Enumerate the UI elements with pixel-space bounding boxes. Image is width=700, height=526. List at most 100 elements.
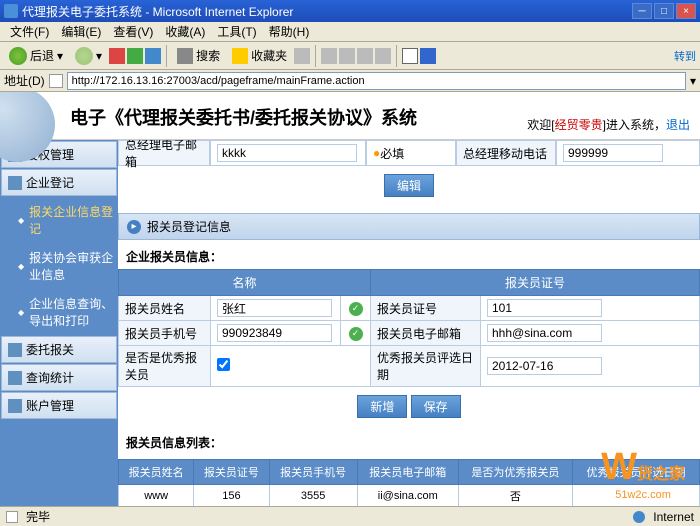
username: 经贸零贵 — [555, 118, 603, 132]
discuss-icon[interactable] — [375, 48, 391, 64]
edit-button[interactable]: 编辑 — [384, 174, 434, 197]
date-input[interactable] — [487, 357, 602, 375]
ext-icon-1[interactable] — [402, 48, 418, 64]
logout-link[interactable]: 退出 — [666, 118, 690, 132]
main-layout: 授权管理 企业登记 报关企业信息登记 报关协会审获企业信息 企业信息查询、导出和… — [0, 140, 700, 526]
address-input[interactable] — [67, 72, 686, 90]
print-icon[interactable] — [339, 48, 355, 64]
add-button[interactable]: 新增 — [357, 395, 407, 418]
forward-button[interactable]: ▾ — [70, 44, 107, 68]
sidebar-group-entrust[interactable]: 委托报关 — [1, 336, 117, 363]
doc-icon — [8, 399, 22, 413]
search-button[interactable]: 搜索 — [172, 44, 225, 67]
check-icon: ✓ — [349, 302, 363, 316]
zone-text: Internet — [653, 510, 694, 524]
go-button[interactable]: 转到 — [674, 48, 696, 64]
back-button[interactable]: 后退▾ — [4, 44, 68, 68]
history-icon[interactable] — [294, 48, 310, 64]
edit-icon[interactable] — [357, 48, 373, 64]
home-icon[interactable] — [145, 48, 161, 64]
separator — [315, 45, 316, 67]
col-name: 名称 — [119, 270, 371, 296]
edit-button-row: 编辑 — [118, 166, 700, 205]
menu-favorites[interactable]: 收藏(A) — [159, 21, 211, 42]
stop-icon[interactable] — [109, 48, 125, 64]
sidebar-group-stats[interactable]: 查询统计 — [1, 364, 117, 391]
menu-view[interactable]: 查看(V) — [107, 21, 159, 42]
menu-edit[interactable]: 编辑(E) — [55, 21, 107, 42]
check-icon: ✓ — [349, 327, 363, 341]
toolbar: 后退▾ ▾ 搜索 收藏夹 — [0, 42, 700, 70]
zone-icon — [633, 511, 645, 523]
doc-icon — [8, 176, 22, 190]
welcome-text: 欢迎[经贸零贵]进入系统，退出 — [527, 116, 690, 133]
star-icon — [232, 48, 248, 64]
done-icon — [6, 511, 18, 523]
declarer-email-label: 报关员电子邮箱 — [371, 321, 481, 346]
email-label: 总经理电子邮箱 — [118, 140, 210, 166]
maximize-button[interactable]: □ — [654, 3, 674, 19]
window-buttons: ─ □ × — [632, 3, 696, 19]
form-row-manager: 总经理电子邮箱 ● 必填 总经理移动电话 — [118, 140, 700, 166]
address-label: 地址(D) — [4, 72, 45, 89]
section-header-declarer: ▸ 报关员登记信息 — [118, 213, 700, 240]
phone-label: 报关员手机号 — [119, 321, 211, 346]
mail-icon[interactable] — [321, 48, 337, 64]
sidebar: 授权管理 企业登记 报关企业信息登记 报关协会审获企业信息 企业信息查询、导出和… — [0, 140, 118, 526]
page-header: 电子《代理报关委托书/委托报关协议》系统 欢迎[经贸零贵]进入系统，退出 — [0, 92, 700, 140]
name-input[interactable] — [217, 299, 332, 317]
mobile-label: 总经理移动电话 — [456, 140, 556, 166]
window-title: 代理报关电子委托系统 - Microsoft Internet Explorer — [22, 3, 632, 20]
refresh-icon[interactable] — [127, 48, 143, 64]
save-button[interactable]: 保存 — [411, 395, 461, 418]
mobile-input[interactable] — [563, 144, 663, 162]
sidebar-group-account[interactable]: 账户管理 — [1, 392, 117, 419]
page-icon — [49, 74, 63, 88]
ext-icon-2[interactable] — [420, 48, 436, 64]
date-label: 优秀报关员评选日期 — [371, 346, 481, 387]
declarer-form-table: 名称报关员证号 报关员姓名 ✓ 报关员证号 报关员手机号 ✓ 报关员电子邮箱 是… — [118, 269, 700, 387]
section-title: 报关员登记信息 — [147, 218, 231, 235]
table-row[interactable]: www1563555ii@sina.com否 — [119, 485, 700, 508]
doc-icon — [8, 371, 22, 385]
close-button[interactable]: × — [676, 3, 696, 19]
minimize-button[interactable]: ─ — [632, 3, 652, 19]
sidebar-item-enterprise-register[interactable]: 报关企业信息登记 — [0, 197, 118, 243]
excellent-label: 是否是优秀报关员 — [119, 346, 211, 387]
system-title: 电子《代理报关委托书/委托报关协议》系统 — [70, 104, 417, 130]
separator — [166, 45, 167, 67]
back-icon — [9, 47, 27, 65]
name-label: 报关员姓名 — [119, 296, 211, 321]
forward-icon — [75, 47, 93, 65]
col-cert: 报关员证号 — [371, 270, 700, 296]
sidebar-item-query-export[interactable]: 企业信息查询、导出和打印 — [0, 289, 118, 335]
phone-input[interactable] — [217, 324, 332, 342]
address-bar: 地址(D) ▾ 转到 — [0, 70, 700, 92]
cert-label: 报关员证号 — [371, 296, 481, 321]
sidebar-group-register[interactable]: 企业登记 — [1, 169, 117, 196]
dropdown-icon[interactable]: ▾ — [690, 74, 696, 88]
menu-tools[interactable]: 工具(T) — [211, 21, 262, 42]
declarer-email-input[interactable] — [487, 324, 602, 342]
declarer-subtitle: 企业报关员信息： — [118, 240, 700, 269]
declarer-buttons: 新增 保存 — [118, 387, 700, 426]
menu-help[interactable]: 帮助(H) — [263, 21, 316, 42]
content-area: 电子《代理报关委托书/委托报关协议》系统 欢迎[经贸零贵]进入系统，退出 授权管… — [0, 92, 700, 526]
status-text: 完毕 — [26, 508, 50, 525]
doc-icon — [8, 343, 22, 357]
required-badge: ● — [373, 146, 380, 160]
list-subtitle: 报关员信息列表： — [118, 426, 700, 455]
list-header-row: 报关员姓名 报关员证号 报关员手机号 报关员电子邮箱 是否为优秀报关员 优秀报关… — [119, 460, 700, 485]
cert-input[interactable] — [487, 299, 602, 317]
search-icon — [177, 48, 193, 64]
excellent-checkbox[interactable] — [217, 358, 230, 371]
status-bar: 完毕 Internet — [0, 506, 700, 526]
separator — [396, 45, 397, 67]
menu-file[interactable]: 文件(F) — [4, 21, 55, 42]
ie-icon — [4, 4, 18, 18]
sidebar-item-association-review[interactable]: 报关协会审获企业信息 — [0, 243, 118, 289]
favorites-button[interactable]: 收藏夹 — [227, 44, 292, 67]
window-titlebar: 代理报关电子委托系统 - Microsoft Internet Explorer… — [0, 0, 700, 22]
email-input[interactable] — [217, 144, 357, 162]
arrow-icon: ▸ — [127, 220, 141, 234]
